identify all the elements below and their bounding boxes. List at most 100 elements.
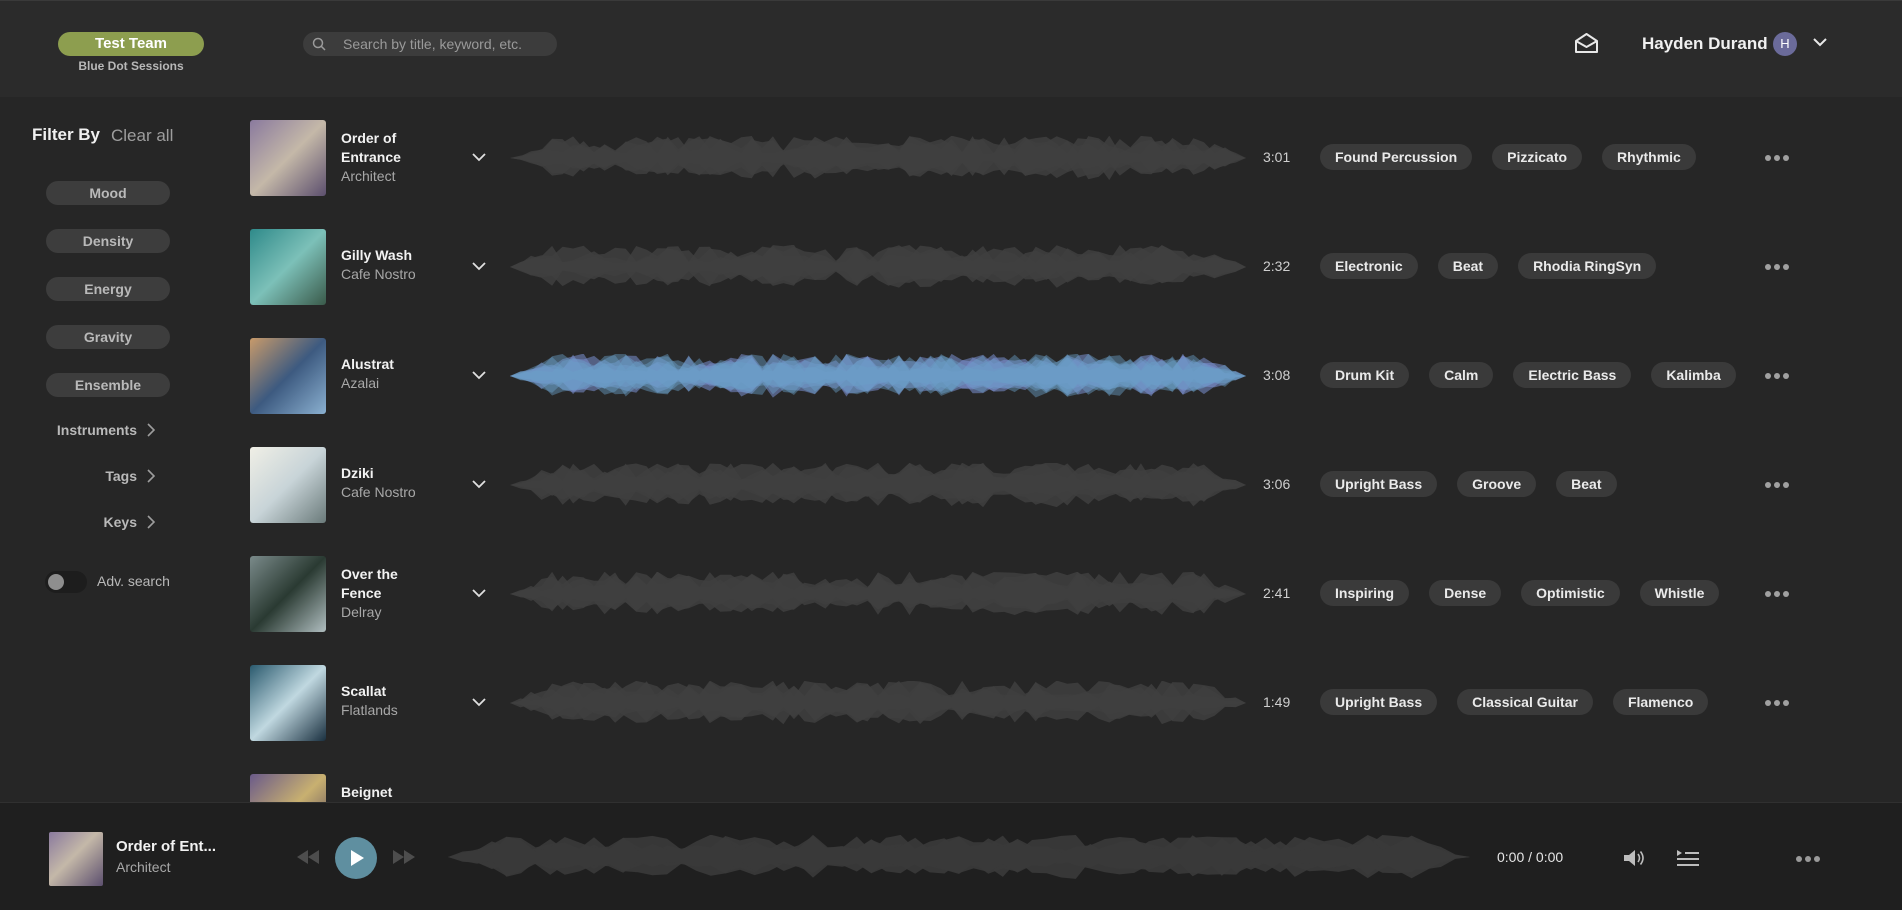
- tag-pill[interactable]: Electronic: [1320, 253, 1418, 279]
- search-icon: [312, 37, 326, 51]
- tag-pill[interactable]: Beat: [1437, 253, 1499, 279]
- track-waveform[interactable]: [510, 463, 1246, 507]
- tag-pill[interactable]: Upright Bass: [1320, 689, 1438, 715]
- track-title[interactable]: Order of Entrance: [341, 129, 421, 167]
- expand-tags[interactable]: Tags: [105, 468, 155, 484]
- expand-instruments[interactable]: Instruments: [57, 422, 155, 438]
- track-row[interactable]: Over the Fence Delray 2:41 Inspiring Dense Op…: [250, 556, 1850, 632]
- chevron-down-icon[interactable]: [472, 261, 486, 271]
- tag-pill[interactable]: Optimistic: [1521, 580, 1620, 606]
- tag-pill[interactable]: Electric Bass: [1513, 362, 1632, 388]
- track-row[interactable]: Order of Entrance Architect 3:01 Found Perc…: [250, 120, 1850, 196]
- track-artist[interactable]: Cafe Nostro: [341, 483, 416, 502]
- filter-sidebar: Filter By Clear all Mood Density Energy …: [0, 97, 235, 802]
- chevron-right-icon: [147, 423, 155, 437]
- expand-tags-label: Tags: [105, 468, 137, 484]
- track-art[interactable]: [250, 556, 326, 632]
- track-waveform[interactable]: [510, 354, 1246, 398]
- track-artist[interactable]: Architect: [341, 167, 395, 186]
- chevron-down-icon[interactable]: [472, 479, 486, 489]
- track-tags: Upright Bass Groove Beat: [1320, 471, 1617, 497]
- track-title[interactable]: Over the Fence: [341, 565, 421, 603]
- adv-search-toggle[interactable]: [45, 571, 87, 593]
- track-row[interactable]: Alustrat Azalai 3:08 Drum Kit Calm Electric B…: [250, 338, 1850, 414]
- track-art[interactable]: [250, 665, 326, 741]
- filter-ensemble-button[interactable]: Ensemble: [46, 373, 170, 397]
- track-title[interactable]: Scallat: [341, 682, 421, 701]
- more-icon[interactable]: [1764, 263, 1790, 271]
- more-icon[interactable]: [1764, 590, 1790, 598]
- user-name[interactable]: Hayden Durand: [1642, 34, 1768, 54]
- more-icon[interactable]: [1764, 372, 1790, 380]
- volume-icon[interactable]: [1622, 848, 1646, 868]
- more-icon[interactable]: [1795, 855, 1821, 863]
- tag-pill[interactable]: Whistle: [1639, 580, 1720, 606]
- play-button[interactable]: [335, 837, 377, 879]
- track-row[interactable]: Gilly Wash Cafe Nostro 2:32 Electronic Beat R…: [250, 229, 1850, 305]
- tag-pill[interactable]: Found Percussion: [1320, 144, 1473, 170]
- track-art[interactable]: [250, 120, 326, 196]
- top-bar: Test Team Blue Dot Sessions Hayden Duran…: [0, 0, 1902, 97]
- mail-icon[interactable]: [1574, 32, 1599, 54]
- player-waveform[interactable]: [448, 835, 1470, 879]
- play-icon: [351, 850, 364, 866]
- chevron-down-icon[interactable]: [472, 152, 486, 162]
- track-duration: 3:08: [1263, 367, 1291, 383]
- tag-pill[interactable]: Classical Guitar: [1457, 689, 1593, 715]
- filter-density-button[interactable]: Density: [46, 229, 170, 253]
- track-art[interactable]: [250, 447, 326, 523]
- chevron-down-icon[interactable]: [472, 588, 486, 598]
- track-artist[interactable]: Cafe Nostro: [341, 265, 416, 284]
- waveform-shape: [510, 136, 1246, 179]
- tag-pill[interactable]: Rhodia RingSyn: [1518, 253, 1657, 279]
- track-art[interactable]: [250, 229, 326, 305]
- tag-pill[interactable]: Inspiring: [1320, 580, 1410, 606]
- tag-pill[interactable]: Pizzicato: [1492, 144, 1583, 170]
- avatar[interactable]: H: [1773, 32, 1797, 56]
- track-waveform[interactable]: [510, 245, 1246, 289]
- more-icon[interactable]: [1764, 481, 1790, 489]
- track-tags: Drum Kit Calm Electric Bass Kalimba: [1320, 362, 1736, 388]
- tag-pill[interactable]: Calm: [1429, 362, 1494, 388]
- fast-forward-icon[interactable]: [392, 849, 416, 865]
- toggle-knob: [48, 574, 64, 590]
- track-duration: 2:41: [1263, 585, 1291, 601]
- expand-keys-label: Keys: [103, 514, 137, 530]
- filter-mood-button[interactable]: Mood: [46, 181, 170, 205]
- tag-pill[interactable]: Kalimba: [1651, 362, 1736, 388]
- track-artist[interactable]: Flatlands: [341, 701, 398, 720]
- filter-gravity-button[interactable]: Gravity: [46, 325, 170, 349]
- track-title[interactable]: Gilly Wash: [341, 246, 421, 265]
- tag-pill[interactable]: Groove: [1457, 471, 1537, 497]
- more-icon[interactable]: [1764, 699, 1790, 707]
- track-row[interactable]: Dziki Cafe Nostro 3:06 Upright Bass Groove Be…: [250, 447, 1850, 523]
- tag-pill[interactable]: Beat: [1556, 471, 1617, 497]
- track-row[interactable]: Scallat Flatlands 1:49 Upright Bass Classica…: [250, 665, 1850, 741]
- more-icon[interactable]: [1764, 154, 1790, 162]
- track-waveform[interactable]: [510, 136, 1246, 180]
- tag-pill[interactable]: Drum Kit: [1320, 362, 1410, 388]
- chevron-down-icon[interactable]: [472, 370, 486, 380]
- search-input[interactable]: [343, 32, 548, 56]
- track-artist[interactable]: Azalai: [341, 374, 379, 393]
- tag-pill[interactable]: Flamenco: [1612, 689, 1709, 715]
- clear-all-button[interactable]: Clear all: [111, 126, 173, 146]
- track-art[interactable]: [250, 338, 326, 414]
- team-badge[interactable]: Test Team: [58, 32, 204, 56]
- track-waveform[interactable]: [510, 572, 1246, 616]
- chevron-down-icon[interactable]: [472, 697, 486, 707]
- track-title[interactable]: Dziki: [341, 464, 421, 483]
- tag-pill[interactable]: Rhythmic: [1602, 144, 1696, 170]
- track-tags: Upright Bass Classical Guitar Flamenco: [1320, 689, 1709, 715]
- tag-pill[interactable]: Dense: [1429, 580, 1502, 606]
- track-waveform[interactable]: [510, 681, 1246, 725]
- rewind-icon[interactable]: [296, 849, 320, 865]
- track-artist[interactable]: Delray: [341, 603, 381, 622]
- chevron-down-icon[interactable]: [1812, 36, 1828, 48]
- search-bar[interactable]: [303, 32, 557, 56]
- queue-icon[interactable]: [1676, 848, 1700, 868]
- expand-keys[interactable]: Keys: [104, 514, 155, 530]
- filter-energy-button[interactable]: Energy: [46, 277, 170, 301]
- tag-pill[interactable]: Upright Bass: [1320, 471, 1438, 497]
- track-title[interactable]: Alustrat: [341, 355, 421, 374]
